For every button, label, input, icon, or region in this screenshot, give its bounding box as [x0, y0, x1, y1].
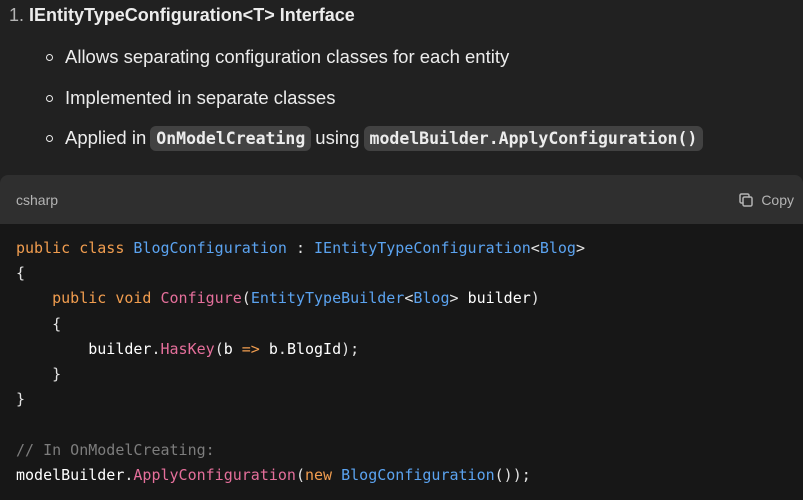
- code-line: }: [16, 390, 26, 409]
- inline-code: modelBuilder.ApplyConfiguration(): [363, 125, 704, 151]
- code-line: builder.HasKey(b => b.BlogId);: [88, 339, 360, 358]
- code-language: csharp: [16, 191, 59, 208]
- code-line: public void Configure(EntityTypeBuilder<…: [52, 289, 540, 308]
- bullet-icon: [46, 53, 53, 61]
- bullet-text: Applied in: [65, 127, 147, 148]
- inline-code: OnModelCreating: [150, 125, 312, 151]
- bullet-icon: [46, 94, 53, 102]
- bullet-item: Implemented in separate classes: [46, 83, 335, 113]
- copy-icon: [739, 192, 754, 207]
- code-content: public class BlogConfiguration : IEntity…: [0, 224, 803, 488]
- bullet-item: Allows separating configuration classes …: [46, 42, 509, 72]
- code-line: }: [16, 365, 62, 384]
- bullet-item: Applied in OnModelCreating using modelBu…: [46, 123, 707, 153]
- bullet-icon: [46, 134, 53, 142]
- bullet-text: Implemented in separate classes: [65, 87, 336, 108]
- list-heading: 1. IEntityTypeConfiguration<T> Interface: [9, 3, 355, 27]
- bullet-text: using: [315, 127, 360, 148]
- code-line: modelBuilder.ApplyConfiguration(new Blog…: [16, 465, 531, 484]
- code-line: {: [16, 314, 62, 333]
- bullet-text: Allows separating configuration classes …: [65, 46, 510, 67]
- code-line: // In OnModelCreating:: [16, 440, 215, 459]
- code-block: csharp Copy public class BlogConfigurati…: [0, 175, 803, 500]
- list-number: 1.: [9, 5, 25, 25]
- list-title: IEntityTypeConfiguration<T> Interface: [29, 5, 355, 25]
- code-line: public class BlogConfiguration : IEntity…: [16, 239, 585, 257]
- code-line: {: [16, 264, 26, 283]
- copy-label: Copy: [761, 191, 794, 208]
- copy-button[interactable]: Copy: [737, 191, 794, 209]
- code-header: csharp Copy: [0, 175, 803, 224]
